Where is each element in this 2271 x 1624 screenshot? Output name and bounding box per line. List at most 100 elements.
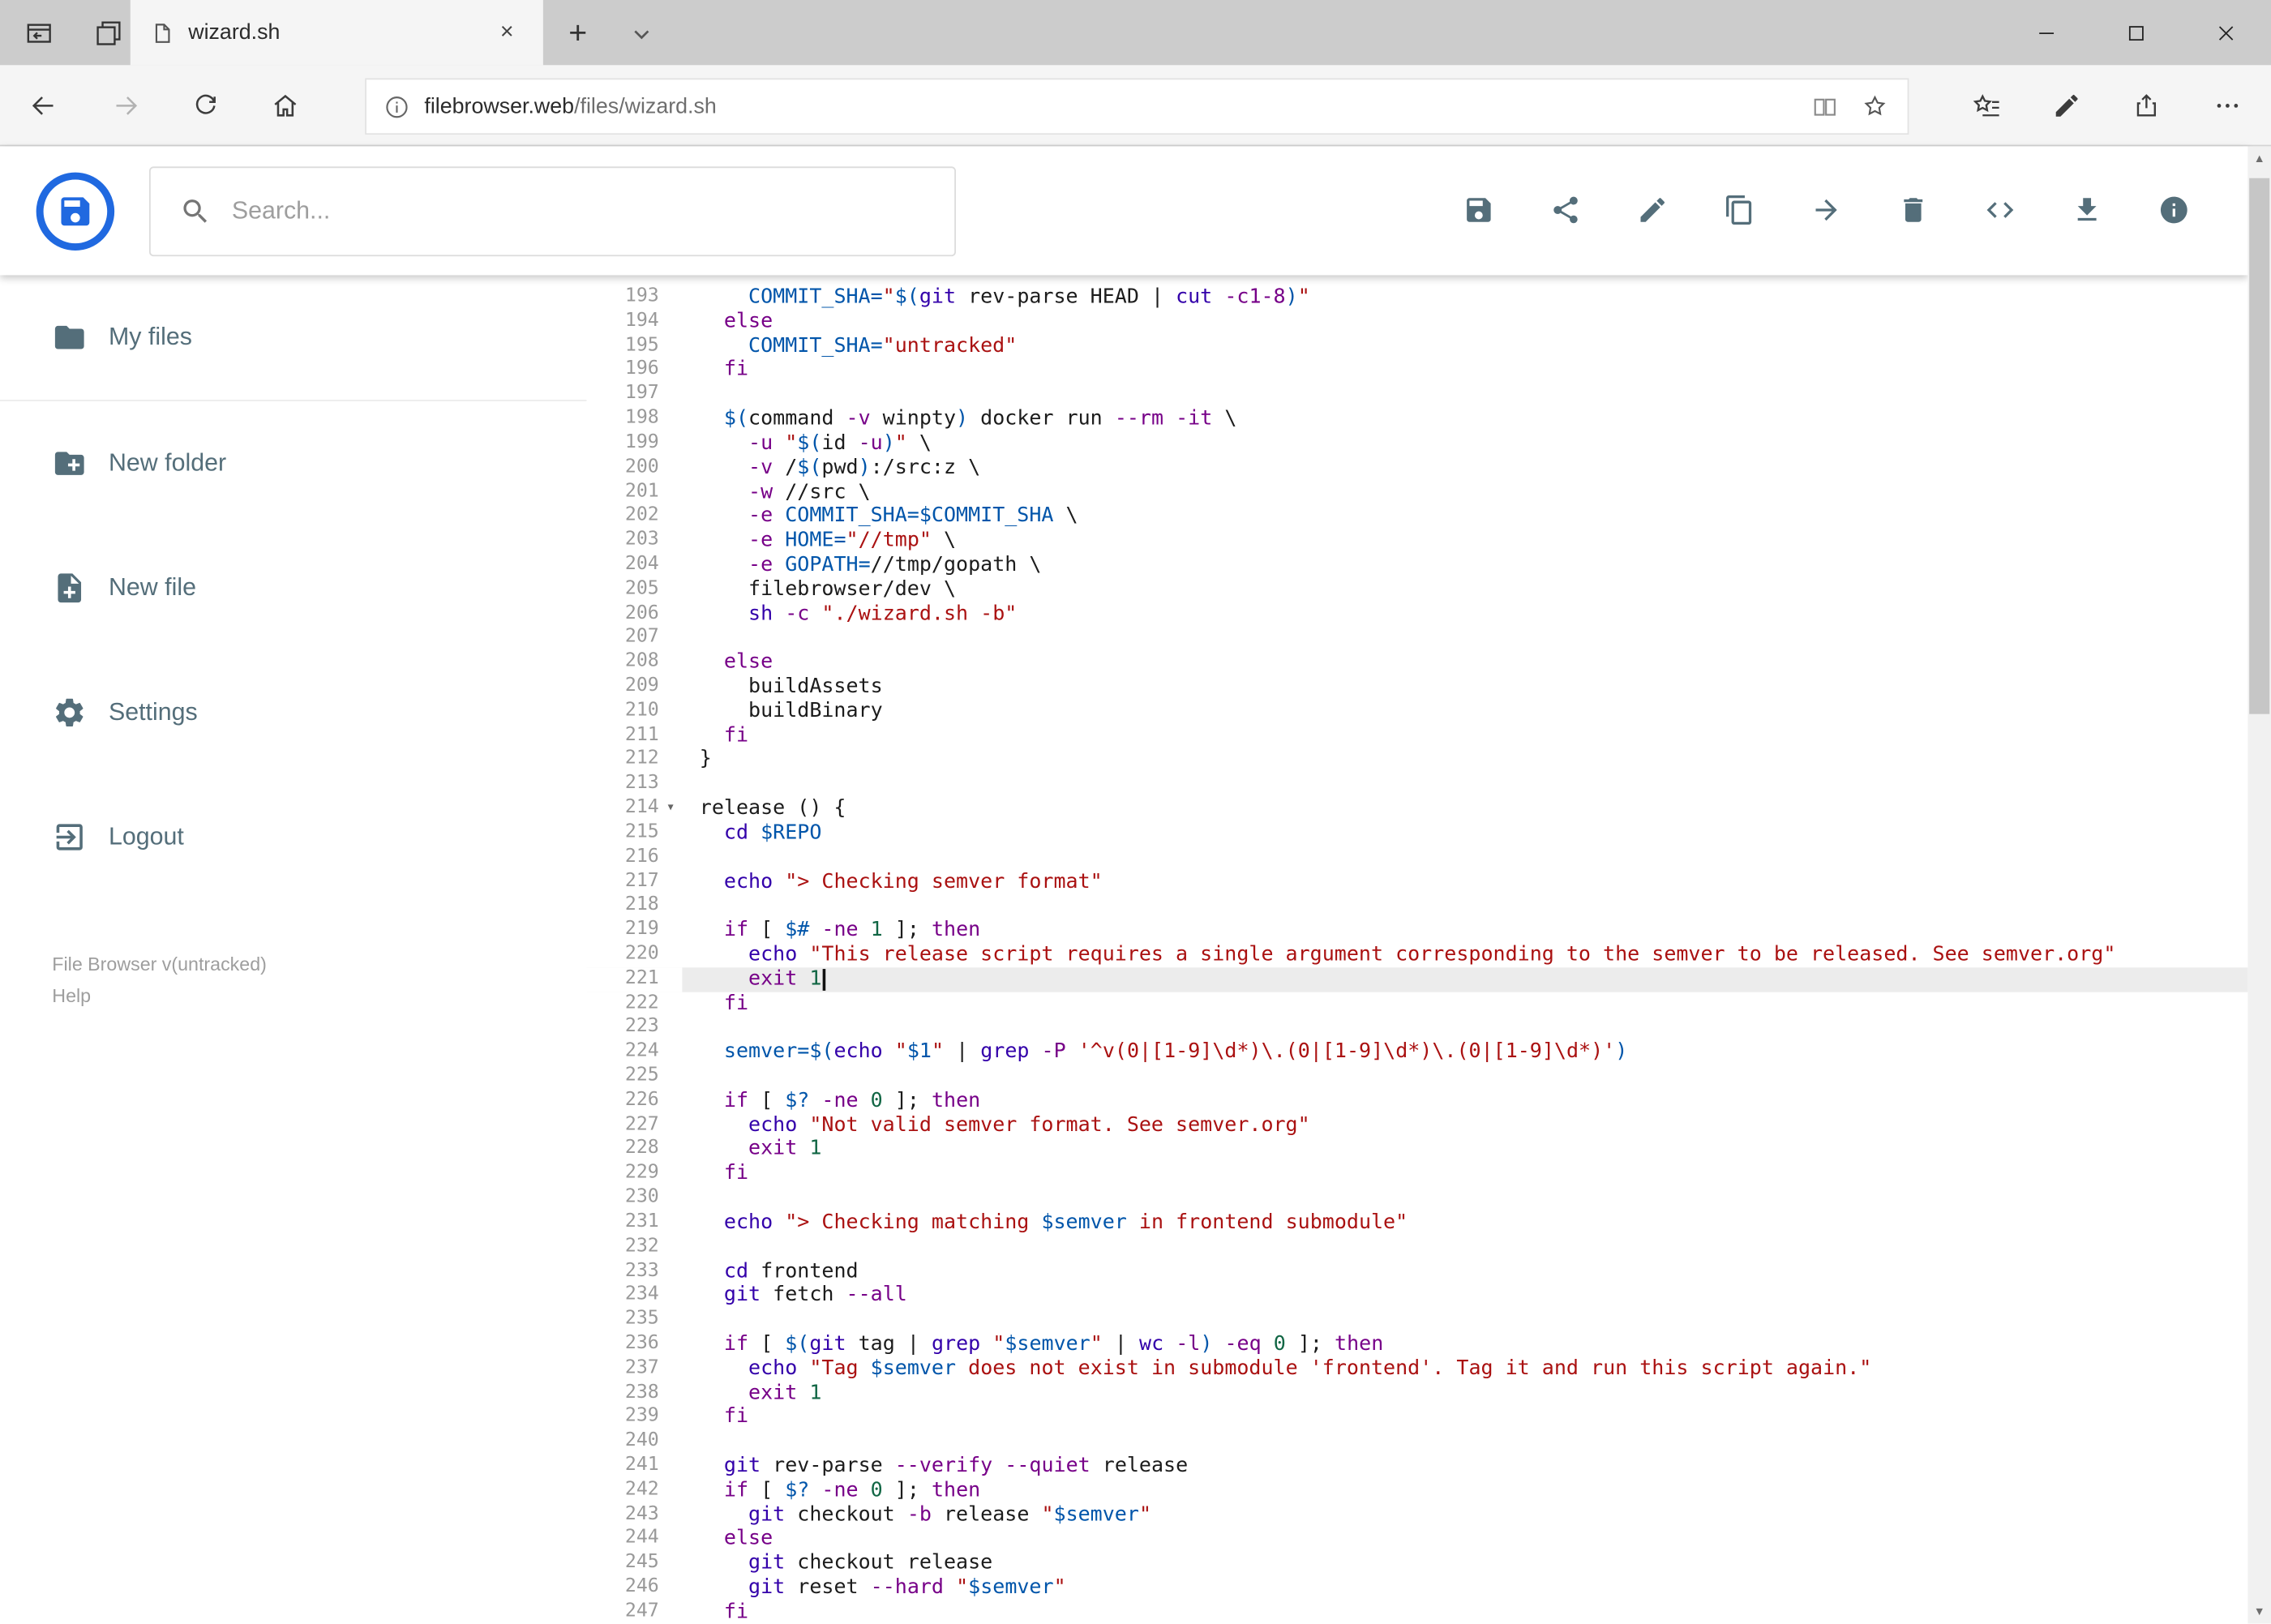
code-line[interactable]: 208 else (586, 650, 2247, 675)
code-line[interactable]: 217 echo "> Checking semver format" (586, 870, 2247, 894)
code-line[interactable]: 224 semver=$(echo "$1" | grep -P '^v(0|[… (586, 1040, 2247, 1065)
code-line[interactable]: 200 -v /$(pwd):/src:z \ (586, 456, 2247, 480)
code-line[interactable]: 219 if [ $# -ne 1 ]; then (586, 919, 2247, 943)
code-line[interactable]: 205 filebrowser/dev \ (586, 577, 2247, 602)
code-line[interactable]: 206 sh -c "./wizard.sh -b" (586, 602, 2247, 626)
code-line[interactable]: 220 echo "This release script requires a… (586, 943, 2247, 967)
move-button[interactable] (1798, 181, 1855, 238)
favorite-star-button[interactable] (1849, 82, 1899, 131)
new-tab-button[interactable]: + (551, 6, 606, 61)
sidebar-item-logout[interactable]: Logout (0, 775, 586, 900)
minimize-button[interactable] (2002, 0, 2092, 65)
help-link[interactable]: Help (52, 985, 267, 1007)
back-button[interactable] (15, 77, 72, 135)
code-line[interactable]: 199 -u "$(id -u)" \ (586, 431, 2247, 456)
hub-favorites-button[interactable] (1956, 77, 2014, 135)
code-line[interactable]: 225 (586, 1065, 2247, 1089)
app-logo[interactable] (36, 172, 115, 251)
code-line[interactable]: 237 echo "Tag $semver does not exist in … (586, 1356, 2247, 1381)
code-line[interactable]: 226 if [ $? -ne 0 ]; then (586, 1089, 2247, 1113)
close-button[interactable] (2181, 0, 2271, 65)
web-note-button[interactable] (2037, 77, 2095, 135)
code-line[interactable]: 242 if [ $? -ne 0 ]; then (586, 1479, 2247, 1503)
sidebar-item-new-folder[interactable]: New folder (0, 401, 586, 526)
code-line[interactable]: 223 (586, 1016, 2247, 1040)
download-button[interactable] (2058, 181, 2115, 238)
code-view-button[interactable] (1971, 181, 2029, 238)
code-line[interactable]: 232 (586, 1235, 2247, 1259)
code-line[interactable]: 247 fi (586, 1600, 2247, 1624)
code-line[interactable]: 234 git fetch --all (586, 1283, 2247, 1308)
code-line[interactable]: 239 fi (586, 1405, 2247, 1429)
search-input[interactable] (231, 196, 932, 226)
info-button[interactable] (2145, 181, 2203, 238)
code-line[interactable]: 197 (586, 383, 2247, 407)
code-line[interactable]: 244 else (586, 1528, 2247, 1552)
search-box[interactable] (148, 166, 956, 257)
tab-close-button[interactable]: × (488, 14, 525, 51)
code-line[interactable]: 243 git checkout -b release "$semver" (586, 1503, 2247, 1528)
code-editor[interactable]: 193 COMMIT_SHA="$(git rev-parse HEAD | c… (586, 275, 2248, 1624)
code-line[interactable]: 212} (586, 748, 2247, 773)
code-line[interactable]: 201 -w //src \ (586, 480, 2247, 504)
code-line[interactable]: 213 (586, 773, 2247, 797)
code-line[interactable]: 222 fi (586, 992, 2247, 1016)
code-line[interactable]: 238 exit 1 (586, 1381, 2247, 1405)
reading-view-button[interactable] (1800, 82, 1849, 131)
code-line[interactable]: 241 git rev-parse --verify --quiet relea… (586, 1454, 2247, 1478)
share-page-button[interactable] (2118, 77, 2175, 135)
code-line[interactable]: 203 -e HOME="//tmp" \ (586, 529, 2247, 553)
code-line[interactable]: 204 -e GOPATH=//tmp/gopath \ (586, 553, 2247, 577)
sidebar-item-settings[interactable]: Settings (0, 650, 586, 775)
code-line[interactable]: 218 (586, 894, 2247, 919)
browser-tab[interactable]: wizard.sh × (130, 0, 543, 66)
sidebar-item-new-file[interactable]: New file (0, 525, 586, 650)
code-line[interactable]: 193 COMMIT_SHA="$(git rev-parse HEAD | c… (586, 285, 2247, 310)
save-button[interactable] (1450, 181, 1507, 238)
refresh-button[interactable] (177, 77, 234, 135)
address-bar[interactable]: filebrowser.web/files/wizard.sh (365, 78, 1909, 135)
delete-button[interactable] (1884, 181, 1942, 238)
edit-button[interactable] (1624, 181, 1682, 238)
set-tabs-aside-button[interactable] (15, 8, 64, 58)
scrollbar-thumb[interactable] (2249, 178, 2270, 714)
tabs-aside-list-button[interactable] (84, 8, 134, 58)
share-button[interactable] (1536, 181, 1594, 238)
code-line[interactable]: 245 git checkout release (586, 1552, 2247, 1576)
code-line[interactable]: 194 else (586, 310, 2247, 334)
code-line[interactable]: 230 (586, 1186, 2247, 1211)
code-line[interactable]: 231 echo "> Checking matching $semver in… (586, 1211, 2247, 1235)
code-line[interactable]: 228 exit 1 (586, 1138, 2247, 1162)
code-line[interactable]: 235 (586, 1308, 2247, 1332)
vertical-scrollbar[interactable]: ▲ ▼ (2247, 146, 2271, 1624)
fold-marker-icon[interactable]: ▾ (659, 797, 683, 821)
code-line[interactable]: 216 (586, 846, 2247, 870)
sidebar-item-my-files[interactable]: My files (0, 275, 587, 401)
more-options-button[interactable] (2199, 77, 2256, 135)
scroll-up-button[interactable]: ▲ (2247, 146, 2271, 170)
code-line[interactable]: 246 git reset --hard "$semver" (586, 1576, 2247, 1600)
code-line[interactable]: 195 COMMIT_SHA="untracked" (586, 334, 2247, 358)
code-line[interactable]: 236 if [ $(git tag | grep "$semver" | wc… (586, 1332, 2247, 1356)
code-line[interactable]: 215 cd $REPO (586, 821, 2247, 846)
home-button[interactable] (256, 77, 314, 135)
code-line[interactable]: 207 (586, 626, 2247, 650)
code-line[interactable]: 202 -e COMMIT_SHA=$COMMIT_SHA \ (586, 504, 2247, 529)
code-line[interactable]: 209 buildAssets (586, 675, 2247, 699)
tab-preview-toggle-button[interactable] (614, 6, 669, 61)
code-line[interactable]: 227 echo "Not valid semver format. See s… (586, 1113, 2247, 1138)
forward-button[interactable] (97, 77, 155, 135)
code-line[interactable]: 210 buildBinary (586, 699, 2247, 723)
maximize-button[interactable] (2091, 0, 2181, 65)
code-line[interactable]: 198 $(command -v winpty) docker run --rm… (586, 407, 2247, 431)
code-line[interactable]: 214 ▾ release () { (586, 797, 2247, 821)
site-info-icon[interactable] (383, 93, 409, 119)
copy-button[interactable] (1711, 181, 1768, 238)
scroll-down-button[interactable]: ▼ (2247, 1599, 2271, 1623)
code-line[interactable]: 240 (586, 1429, 2247, 1454)
code-line[interactable]: 233 cd frontend (586, 1259, 2247, 1283)
code-line[interactable]: 196 fi (586, 358, 2247, 383)
code-line[interactable]: 229 fi (586, 1162, 2247, 1186)
code-line[interactable]: 211 fi (586, 724, 2247, 748)
code-line[interactable]: 221 exit 1 (586, 966, 2248, 992)
